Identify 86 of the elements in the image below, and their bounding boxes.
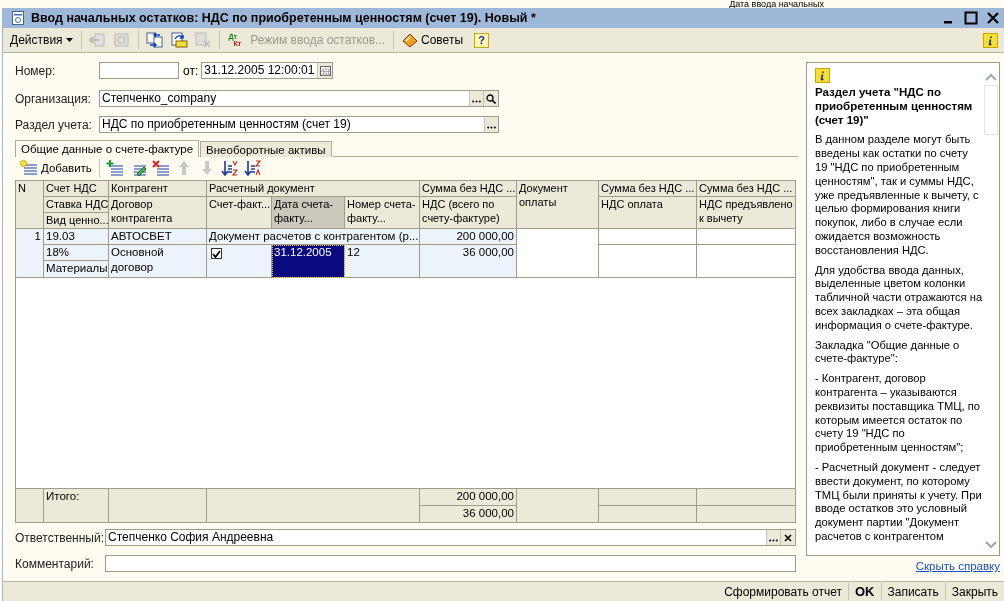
- column-header[interactable]: Расчетный документ: [207, 181, 420, 197]
- section-label: Раздел учета:: [15, 117, 93, 132]
- dialog-button[interactable]: Сформировать отчет: [718, 584, 848, 599]
- column-header[interactable]: Счет НДС: [44, 181, 109, 197]
- column-header[interactable]: НДС оплата: [599, 197, 697, 229]
- search-icon[interactable]: [483, 91, 498, 106]
- column-header[interactable]: Контрагент: [109, 181, 207, 197]
- column-header[interactable]: Договор контрагента: [109, 197, 207, 229]
- caret-icon: [65, 38, 73, 42]
- add-row-icon: [20, 160, 38, 176]
- column-header[interactable]: НДС (всего по счету-фактуре): [420, 197, 517, 229]
- delete-row-icon[interactable]: [149, 158, 172, 178]
- help-paragraph: - Контрагент, договор контрагента – указываются реквизиты поставщика ТМЦ, по которым имеется остаток по счету 19 "НДС по приобретенным ценностям";: [815, 372, 982, 455]
- table-cell[interactable]: 19.03: [44, 229, 109, 245]
- responsible-field[interactable]: Степченко София Андреевна: [105, 529, 796, 546]
- section-field[interactable]: НДС по приобретенным ценностям (счет 19): [99, 116, 499, 133]
- ellipsis-icon[interactable]: [484, 117, 498, 132]
- tips-button[interactable]: Советы: [399, 30, 466, 50]
- table-cell[interactable]: Материалы: [44, 261, 109, 278]
- sort-ascending-icon[interactable]: [218, 158, 241, 178]
- clear-icon[interactable]: [780, 530, 795, 545]
- table-cell[interactable]: [599, 229, 697, 245]
- table-cell[interactable]: Документ расчетов с контрагентом (р...: [207, 229, 420, 245]
- help-title: Раздел учета "НДС по приобретенным ценностям (счет 19)": [815, 86, 974, 128]
- column-header[interactable]: Документ оплаты: [517, 181, 599, 229]
- help-paragraph: - Расчетный документ - следует ввести документ, по которому ТМЦ были приняты к учету. При вводе остатков это условный документ партии "Документ расчетов с контрагентом: [815, 460, 983, 544]
- maximize-icon[interactable]: [964, 11, 978, 25]
- total-value: 36 000,00: [420, 506, 517, 522]
- info-icon[interactable]: [983, 32, 998, 48]
- actions-menu[interactable]: Действия: [7, 31, 76, 49]
- help-paragraph: Закладка "Общие данные о счете-фактуре":: [815, 338, 961, 367]
- responsible-label: Ответственный:: [15, 530, 105, 545]
- dialog-button[interactable]: OK: [849, 584, 881, 599]
- table-cell[interactable]: 12: [345, 245, 420, 278]
- column-header[interactable]: Вид ценно...: [44, 213, 109, 229]
- help-paragraph: В данном разделе могут быть введены как остатки по счету 19 "НДС по приобретенным ценностям", так и суммы НДС, уже предъявленные к вычету, с целью формирования книги покупок, либо в случае если ожидается возможность восстановления НДС.: [815, 133, 980, 258]
- window-title: Ввод начальных остатков: НДС по приобретенным ценностям (счет 19). Новый *: [31, 11, 536, 25]
- column-header[interactable]: Сумма без НДС ...: [599, 181, 697, 197]
- organization-label: Организация:: [15, 91, 92, 106]
- totals-label: Итого:: [44, 489, 109, 522]
- column-header[interactable]: Сумма без НДС ...: [420, 181, 517, 197]
- table-cell[interactable]: 31.12.2005: [272, 245, 345, 278]
- add-button[interactable]: Добавить: [17, 158, 95, 178]
- number-field[interactable]: [99, 62, 179, 79]
- tab[interactable]: Общие данные о счете-фактуре: [15, 140, 200, 157]
- table-cell[interactable]: [599, 245, 697, 278]
- sort-descending-icon[interactable]: [241, 158, 264, 178]
- comment-label: Комментарий:: [15, 556, 95, 571]
- column-header[interactable]: Дата счета-факту...: [272, 197, 345, 229]
- help-button[interactable]: ?: [474, 32, 489, 48]
- column-header[interactable]: Счет-факт...: [207, 197, 272, 229]
- table-cell[interactable]: [517, 229, 599, 278]
- table-cell[interactable]: 36 000,00: [420, 245, 517, 278]
- hide-help-link[interactable]: Скрыть справку: [915, 560, 1000, 572]
- organization-field[interactable]: Степченко_company: [99, 90, 499, 107]
- column-header[interactable]: N: [16, 181, 44, 229]
- table-cell[interactable]: АВТОСВЕТ: [109, 229, 207, 245]
- scroll-thumb[interactable]: [984, 85, 998, 135]
- scroll-down-icon[interactable]: [985, 541, 997, 549]
- document-icon: [11, 11, 25, 25]
- calendar-icon[interactable]: [317, 63, 333, 78]
- tab[interactable]: Внеоборотные активы: [200, 141, 332, 157]
- ellipsis-icon[interactable]: [469, 91, 483, 106]
- column-header[interactable]: Сумма без НДС ...: [697, 181, 795, 197]
- ellipsis-icon[interactable]: [766, 530, 780, 545]
- number-label: Номер:: [15, 63, 57, 78]
- table-cell[interactable]: Основной договор: [109, 245, 207, 278]
- table-cell[interactable]: 18%: [44, 245, 109, 261]
- scroll-up-icon[interactable]: [985, 73, 997, 81]
- date-field[interactable]: 31.12.2005 12:00:01: [201, 62, 334, 79]
- column-header[interactable]: НДС предъявлено к вычету: [697, 197, 795, 229]
- dialog-button[interactable]: Записать: [881, 584, 945, 599]
- checkbox[interactable]: [211, 248, 222, 259]
- info-icon: [815, 68, 830, 83]
- dialog-button[interactable]: Закрыть: [945, 584, 1004, 599]
- date-label: от:: [183, 63, 199, 78]
- help-paragraph: Для удобства ввода данных, выделенные цветом колонки табличной части отражаются на всех закладках – эта общая информация о счете-фактуре.: [815, 263, 983, 333]
- total-value: 200 000,00: [420, 489, 517, 506]
- comment-field[interactable]: [105, 555, 796, 572]
- row-number: 1: [16, 229, 44, 278]
- column-header[interactable]: Ставка НДС: [44, 197, 109, 213]
- close-icon[interactable]: [986, 11, 1000, 25]
- background-window-text: Дата ввода начальных: [729, 0, 824, 8]
- documents-arrows-icon[interactable]: [143, 30, 166, 50]
- table-cell[interactable]: 200 000,00: [420, 229, 517, 245]
- column-header[interactable]: Номер счета-факту...: [345, 197, 420, 229]
